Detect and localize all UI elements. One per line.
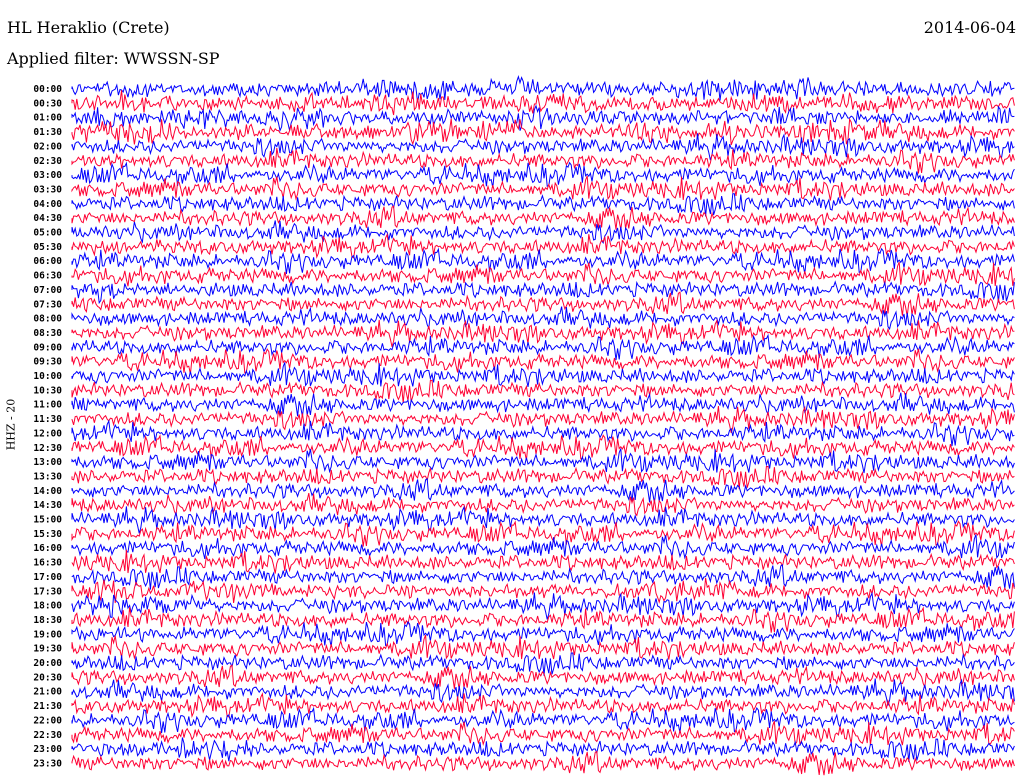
row-time-label: 02:30 bbox=[33, 156, 62, 167]
trace-line bbox=[71, 133, 1015, 161]
trace-line bbox=[71, 750, 1015, 776]
trace-line bbox=[71, 306, 1015, 331]
row-time-label: 14:00 bbox=[33, 486, 62, 497]
row-time-label: 06:00 bbox=[33, 256, 62, 267]
trace-line bbox=[71, 232, 1015, 259]
row-time-label: 04:00 bbox=[33, 199, 62, 210]
trace-line bbox=[71, 721, 1015, 747]
row-time-label: 03:30 bbox=[33, 184, 62, 195]
row-time-label: 08:00 bbox=[33, 314, 62, 325]
row-time-label: 12:30 bbox=[33, 443, 62, 454]
row-time-label: 22:00 bbox=[33, 715, 62, 726]
row-time-label: 00:30 bbox=[33, 98, 62, 109]
trace-line bbox=[71, 362, 1015, 387]
row-time-label: 11:00 bbox=[33, 400, 62, 411]
row-time-label: 15:00 bbox=[33, 515, 62, 526]
row-time-label: 19:30 bbox=[33, 644, 62, 655]
trace-line bbox=[71, 419, 1015, 447]
trace-line bbox=[71, 448, 1015, 474]
trace-line bbox=[71, 104, 1015, 133]
row-time-label: 18:00 bbox=[33, 601, 62, 612]
row-time-label: 21:30 bbox=[33, 701, 62, 712]
row-time-label: 23:00 bbox=[33, 744, 62, 755]
row-time-label: 13:30 bbox=[33, 471, 62, 482]
row-time-label: 09:00 bbox=[33, 342, 62, 353]
row-time-label: 20:00 bbox=[33, 658, 62, 669]
row-time-label: 19:00 bbox=[33, 629, 62, 640]
row-time-label: 11:30 bbox=[33, 414, 62, 425]
trace-line bbox=[71, 520, 1015, 547]
trace-line bbox=[71, 392, 1015, 417]
row-time-label: 21:00 bbox=[33, 687, 62, 698]
row-time-label: 03:00 bbox=[33, 170, 62, 181]
row-time-label: 07:00 bbox=[33, 285, 62, 296]
trace-line bbox=[71, 634, 1015, 660]
row-time-label: 05:00 bbox=[33, 228, 62, 239]
trace-line bbox=[71, 477, 1015, 503]
trace-line bbox=[71, 620, 1015, 647]
trace-line bbox=[71, 161, 1015, 188]
row-time-label: 02:00 bbox=[33, 141, 62, 152]
trace-line bbox=[71, 318, 1015, 347]
trace-line bbox=[71, 737, 1015, 762]
trace-line bbox=[71, 220, 1015, 244]
row-time-label: 10:30 bbox=[33, 385, 62, 396]
row-time-label: 16:00 bbox=[33, 543, 62, 554]
row-time-label: 00:00 bbox=[33, 84, 62, 95]
trace-line bbox=[71, 549, 1015, 574]
row-time-label: 06:30 bbox=[33, 271, 62, 282]
row-time-label: 16:30 bbox=[33, 558, 62, 569]
trace-line bbox=[71, 692, 1015, 719]
row-time-label: 15:30 bbox=[33, 529, 62, 540]
row-time-label: 08:30 bbox=[33, 328, 62, 339]
row-time-label: 07:30 bbox=[33, 299, 62, 310]
row-time-label: 17:30 bbox=[33, 586, 62, 597]
row-time-label: 23:30 bbox=[33, 758, 62, 769]
row-time-label: 17:00 bbox=[33, 572, 62, 583]
trace-line bbox=[71, 261, 1015, 287]
row-time-label: 10:00 bbox=[33, 371, 62, 382]
row-time-label: 20:30 bbox=[33, 672, 62, 683]
row-time-label: 04:30 bbox=[33, 213, 62, 224]
row-time-label: 09:30 bbox=[33, 357, 62, 368]
row-time-label: 01:30 bbox=[33, 127, 62, 138]
row-time-label: 22:30 bbox=[33, 730, 62, 741]
trace-line bbox=[71, 90, 1015, 116]
row-time-label: 12:00 bbox=[33, 428, 62, 439]
trace-line bbox=[71, 117, 1015, 146]
seismogram-plot: 00:00 00:30 01:00 01:30 02:00 02:30 03:00 03:30… bbox=[33, 74, 1015, 776]
row-time-label: 01:00 bbox=[33, 113, 62, 124]
row-time-label: 14:30 bbox=[33, 500, 62, 511]
trace-line bbox=[71, 591, 1015, 620]
trace-line bbox=[71, 606, 1015, 633]
row-time-label: 13:00 bbox=[33, 457, 62, 468]
trace-line bbox=[71, 291, 1015, 317]
trace-line bbox=[71, 74, 1015, 103]
row-time-label: 18:30 bbox=[33, 615, 62, 626]
trace-line bbox=[71, 379, 1015, 404]
row-time-label: 05:30 bbox=[33, 242, 62, 253]
